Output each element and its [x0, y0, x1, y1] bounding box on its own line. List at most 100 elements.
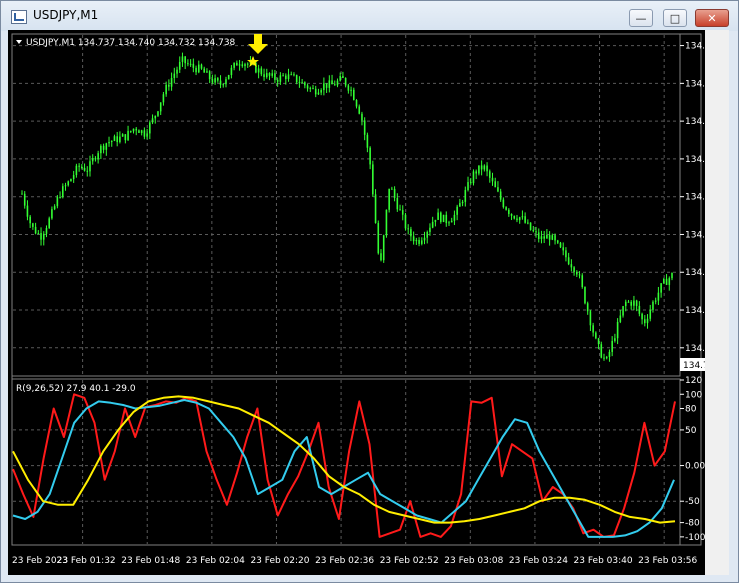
candle-body: [518, 217, 521, 221]
candle-body: [646, 318, 649, 324]
candle-body: [129, 130, 132, 132]
candle-body: [21, 193, 23, 195]
price-panel-header: USDJPY,M1 134.737 134.740 134.732 134.73…: [26, 38, 236, 48]
down-arrow-icon: [248, 34, 268, 54]
candle-body: [138, 130, 140, 133]
candle-body: [168, 84, 170, 87]
candle-body: [576, 271, 578, 275]
candle-body: [320, 90, 322, 93]
candle-body: [508, 209, 510, 214]
candle-body: [614, 338, 616, 341]
candle-body: [151, 118, 154, 123]
candle-body: [121, 134, 124, 137]
candle-body: [102, 145, 105, 150]
candle-body: [437, 212, 439, 220]
candle-body: [225, 79, 227, 85]
candle-body: [241, 64, 244, 67]
candle-body: [396, 197, 399, 210]
candle-body: [306, 85, 309, 89]
candle-body: [668, 278, 671, 285]
candle-body: [399, 209, 401, 211]
symbol-dropdown-icon[interactable]: [16, 40, 22, 44]
candle-body: [157, 111, 159, 116]
candle-body: [290, 74, 293, 76]
candle-body: [110, 140, 113, 142]
time-axis: 23 Feb 202323 Feb 01:32 23 Feb 01:48 23 Fe…: [12, 556, 697, 566]
candle-body: [644, 319, 646, 324]
maximize-button[interactable]: □: [663, 9, 687, 27]
price-tick-label: 134.885: [685, 155, 705, 165]
candle-body: [81, 166, 83, 168]
candle-body: [380, 253, 382, 261]
candle-body: [208, 71, 211, 80]
candle-body: [592, 325, 594, 333]
candle-body: [388, 188, 390, 210]
candle-body: [565, 250, 567, 258]
candle-body: [663, 278, 665, 284]
candle-body: [358, 106, 361, 114]
title-bar[interactable]: USDJPY,M1 — □ ✕: [1, 1, 738, 31]
indicator-tick-label: -100: [685, 533, 705, 543]
price-tick-label: 134.960: [685, 42, 705, 52]
candle-body: [627, 301, 630, 303]
candle-body: [184, 56, 186, 64]
candle-body: [265, 73, 268, 78]
candle-body: [89, 161, 91, 172]
candle-body: [671, 272, 673, 279]
candle-body: [173, 73, 176, 79]
candle-body: [483, 165, 486, 170]
chart-frame: [11, 33, 702, 546]
candle-body: [40, 233, 42, 240]
candle-body: [159, 102, 162, 112]
candle-body: [502, 199, 505, 208]
candle-body: [404, 214, 407, 229]
candle-body: [486, 165, 488, 172]
candle-body: [556, 240, 559, 243]
x-tick-label: 23 Feb 03:40: [574, 556, 633, 566]
candle-body: [51, 209, 53, 219]
chart-area[interactable]: 134.960 134.935 134.910 134.885 134.860 134.8…: [8, 30, 722, 575]
close-button[interactable]: ✕: [695, 9, 729, 27]
candle-body: [377, 223, 380, 254]
candle-body: [165, 84, 167, 95]
candle-body: [347, 85, 350, 91]
candle-body: [176, 69, 178, 74]
candle-body: [581, 275, 584, 288]
x-tick-label: 23 Feb 03:24: [509, 556, 568, 566]
indicator-panel-header: R(9,26,52) 27.9 40.1 -29.0: [16, 384, 136, 394]
candle-body: [344, 77, 347, 86]
candle-body: [282, 75, 284, 77]
candle-body: [369, 147, 371, 165]
candle-body: [94, 158, 97, 160]
candle-body: [350, 89, 352, 91]
candle-body: [584, 287, 586, 304]
candle-body: [333, 84, 336, 86]
indicator-tick-label: 0.00: [685, 462, 705, 472]
candle-body: [459, 203, 461, 207]
candle-body: [649, 309, 652, 319]
candle-body: [605, 356, 608, 359]
price-tick-label: 134.935: [685, 79, 705, 89]
candle-body: [222, 84, 225, 86]
candle-body: [586, 303, 589, 312]
candle-body: [91, 158, 94, 162]
candle-body: [488, 171, 491, 178]
candle-body: [391, 188, 393, 190]
candle-body: [464, 190, 467, 202]
candle-body: [657, 292, 660, 301]
candle-body: [665, 278, 668, 285]
candle-body: [355, 99, 358, 107]
price-tick-label: 134.860: [685, 193, 705, 203]
candle-body: [524, 216, 526, 223]
candle-body: [366, 134, 369, 148]
candle-body: [434, 219, 437, 222]
candle-body: [309, 87, 312, 89]
minimize-button[interactable]: —: [629, 9, 653, 27]
candle-body: [116, 136, 118, 143]
candle-body: [314, 88, 317, 95]
candle-body: [23, 193, 26, 206]
candle-body: [527, 222, 529, 224]
candle-body: [72, 175, 75, 180]
candle-body: [135, 128, 138, 131]
candle-body: [521, 216, 524, 218]
